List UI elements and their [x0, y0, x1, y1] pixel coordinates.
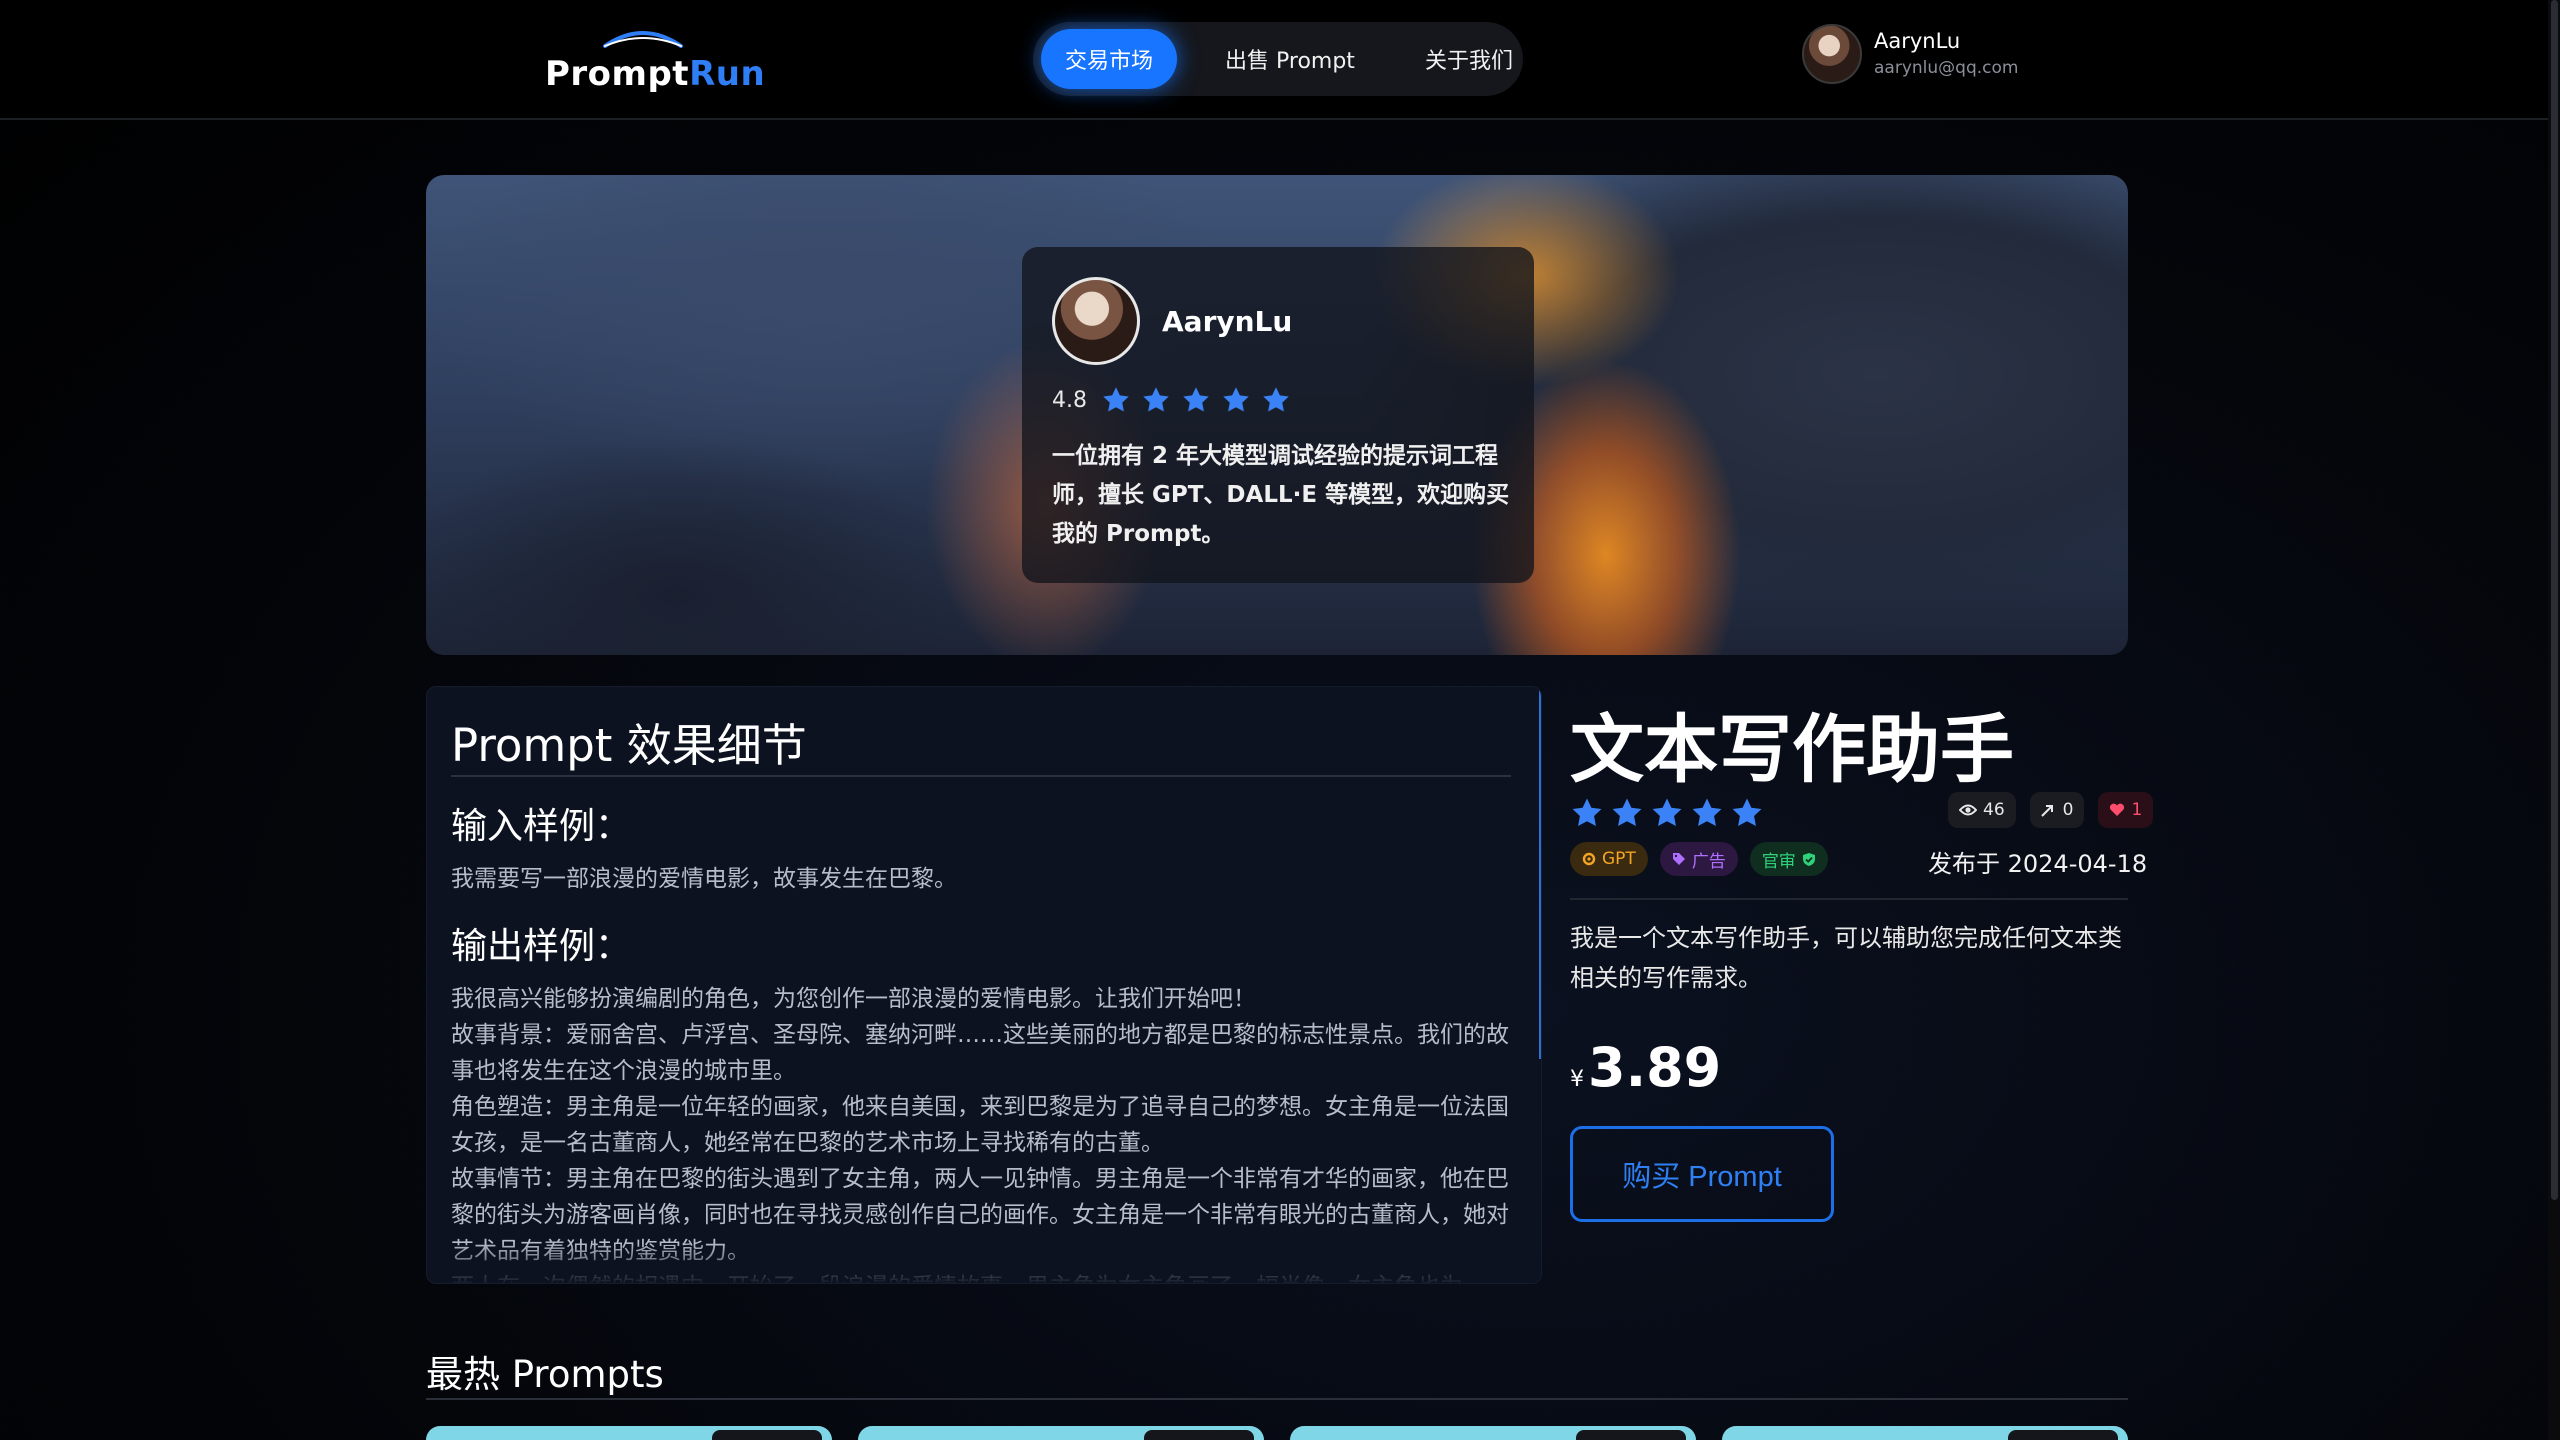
scroll-fade [427, 1243, 1537, 1283]
hot-prompt-card[interactable] [1290, 1426, 1696, 1440]
top-navbar: PromptRun 交易市场 出售 Prompt 关于我们 AarynLu aa… [0, 0, 2560, 120]
hot-prompt-card[interactable] [1722, 1426, 2128, 1440]
eye-icon [1959, 804, 1977, 816]
page-scrollbar-thumb[interactable] [2551, 0, 2558, 1200]
hot-prompts-heading: 最热 Prompts [426, 1353, 664, 1396]
product-tags: GPT 广告 官审 [1570, 842, 1828, 876]
product-description: 我是一个文本写作助手，可以辅助您完成任何文本类相关的写作需求。 [1570, 924, 2122, 992]
logo[interactable]: PromptRun [545, 26, 765, 98]
seller-banner: AarynLu 4.8 一位拥有 2 年大模型调试经验的提示词工程师，擅长 GP… [426, 175, 2128, 655]
nav-item-market[interactable]: 交易市场 [1041, 29, 1178, 89]
star-icon [1732, 798, 1762, 827]
tag-ad-label: 广告 [1691, 851, 1726, 872]
star-icon [1263, 387, 1289, 412]
output-sample-text: 我很高兴能够扮演编剧的角色，为您创作一部浪漫的爱情电影。让我们开始吧！ 故事背景… [451, 981, 1511, 1283]
share-arrow-icon [2040, 805, 2053, 817]
logo-prefix: Prompt [545, 54, 690, 94]
user-menu[interactable]: AarynLu aarynlu@qq.com [1802, 22, 2042, 88]
user-name: AarynLu [1874, 29, 1961, 53]
star-icon [1692, 798, 1722, 827]
product-rating [1570, 796, 1764, 830]
likes-stat[interactable]: 1 [2098, 792, 2154, 828]
card-badge [712, 1430, 822, 1440]
divider [426, 1398, 2128, 1400]
divider [1570, 898, 2128, 900]
shares-count: 0 [2062, 800, 2074, 820]
prompt-detail-panel[interactable]: Prompt 效果细节 输入样例： 我需要写一部浪漫的爱情电影，故事发生在巴黎。… [426, 686, 1542, 1284]
avatar[interactable] [1802, 24, 1862, 84]
logo-text: PromptRun [545, 54, 765, 94]
user-email: aarynlu@qq.com [1874, 58, 2019, 78]
star-icon [1143, 387, 1169, 412]
tag-audit: 官审 [1749, 842, 1828, 876]
main-nav: 交易市场 出售 Prompt 关于我们 [1033, 22, 1523, 96]
price-amount: 3.89 [1588, 1036, 1722, 1099]
tag-gpt-label: GPT [1602, 849, 1636, 869]
product-title: 文本写作助手 [1570, 707, 2014, 793]
star-icon [1572, 798, 1602, 827]
seller-name[interactable]: AarynLu [1162, 305, 1292, 338]
star-icon [1223, 387, 1249, 412]
output-line: 角色塑造：男主角是一位年轻的画家，他来自美国，来到巴黎是为了追寻自己的梦想。女主… [451, 1094, 1509, 1156]
product-price: ¥3.89 [1570, 1036, 1721, 1099]
nav-item-sell-prompt[interactable]: 出售 Prompt [1201, 29, 1379, 89]
output-line: 故事背景：爱丽舍宫、卢浮宫、圣母院、塞纳河畔……这些美丽的地方都是巴黎的标志性景… [451, 1022, 1509, 1084]
output-line: 我很高兴能够扮演编剧的角色，为您创作一部浪漫的爱情电影。让我们开始吧！ [451, 986, 1256, 1012]
seller-avatar[interactable] [1052, 277, 1140, 365]
currency-symbol: ¥ [1570, 1067, 1584, 1092]
openai-icon [1582, 852, 1596, 866]
seller-rating-value: 4.8 [1052, 387, 1087, 413]
logo-arc-icon [603, 31, 683, 48]
detail-title: Prompt 效果细节 [451, 719, 807, 772]
tag-gpt: GPT [1570, 842, 1648, 876]
seller-card: AarynLu 4.8 一位拥有 2 年大模型调试经验的提示词工程师，擅长 GP… [1022, 247, 1534, 583]
product-stats: 46 0 1 [1948, 792, 2154, 828]
star-icon [1103, 387, 1129, 412]
star-icon [1612, 798, 1642, 827]
detail-scrollbar[interactable] [1539, 687, 1541, 1059]
logo-suffix: Run [689, 54, 766, 94]
publish-date: 发布于 2024-04-18 [1928, 850, 2148, 878]
input-sample-heading: 输入样例： [451, 806, 632, 847]
star-icon [1183, 387, 1209, 412]
output-sample-heading: 输出样例： [451, 926, 632, 967]
seller-bio: 一位拥有 2 年大模型调试经验的提示词工程师，擅长 GPT、DALL·E 等模型… [1052, 443, 1510, 547]
shares-stat[interactable]: 0 [2029, 792, 2085, 828]
hot-prompt-card[interactable] [858, 1426, 1264, 1440]
seller-rating: 4.8 [1052, 385, 1291, 415]
likes-count: 1 [2131, 800, 2143, 820]
input-sample-text: 我需要写一部浪漫的爱情电影，故事发生在巴黎。 [451, 866, 957, 892]
star-icon [1652, 798, 1682, 827]
card-badge [1576, 1430, 1686, 1440]
buy-prompt-button[interactable]: 购买 Prompt [1570, 1126, 1834, 1222]
views-stat: 46 [1948, 792, 2016, 828]
heart-icon [2110, 803, 2125, 816]
hot-prompt-card[interactable] [426, 1426, 832, 1440]
views-count: 46 [1983, 800, 2005, 820]
tag-audit-label: 官审 [1761, 851, 1796, 872]
tag-ad: 广告 [1659, 842, 1738, 876]
card-badge [1144, 1430, 1254, 1440]
tag-icon [1672, 853, 1685, 865]
card-badge [2008, 1430, 2118, 1440]
divider [451, 775, 1511, 777]
shield-check-icon [1802, 852, 1815, 866]
nav-item-about[interactable]: 关于我们 [1401, 29, 1537, 89]
